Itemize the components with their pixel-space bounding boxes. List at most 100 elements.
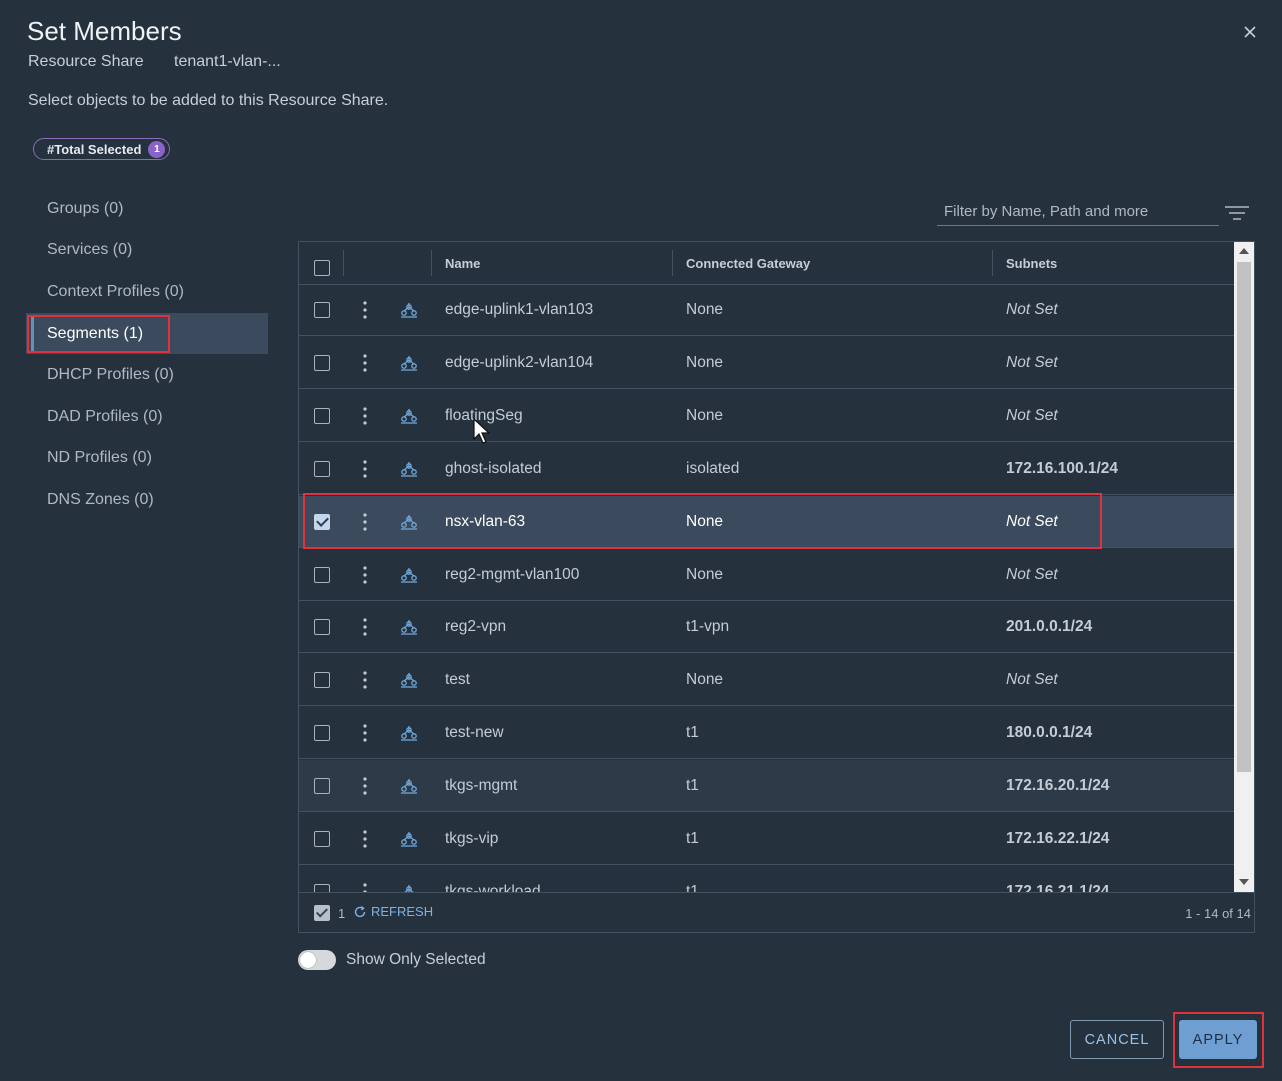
refresh-button[interactable]: REFRESH	[353, 904, 433, 919]
nav-item-groups[interactable]: Groups (0)	[26, 188, 268, 230]
vertical-ellipsis-icon[interactable]	[358, 565, 372, 585]
table-row[interactable]: ghost-isolated isolated 172.16.100.1/24	[299, 443, 1234, 495]
scroll-up-arrow-icon[interactable]	[1239, 247, 1249, 255]
table-row[interactable]: test-new t1 180.0.0.1/24	[299, 707, 1234, 760]
nav-item-context-profiles[interactable]: Context Profiles (0)	[26, 271, 268, 313]
row-name[interactable]: edge-uplink1-vlan103	[445, 301, 593, 319]
vertical-ellipsis-icon[interactable]	[358, 723, 372, 743]
total-selected-pill[interactable]: #Total Selected 1	[33, 138, 171, 160]
nav-item-nd-profiles[interactable]: ND Profiles (0)	[26, 438, 268, 480]
row-name[interactable]: reg2-vpn	[445, 618, 506, 636]
close-icon[interactable]	[1238, 20, 1262, 44]
vertical-ellipsis-icon[interactable]	[358, 882, 372, 892]
nav-item-dad-profiles[interactable]: DAD Profiles (0)	[26, 396, 268, 438]
row-name[interactable]: tkgs-workload	[445, 883, 541, 892]
table-row[interactable]: reg2-mgmt-vlan100 None Not Set	[299, 549, 1234, 601]
filter-lines-icon[interactable]	[1224, 204, 1250, 222]
table-row[interactable]: nsx-vlan-63 None Not Set	[299, 495, 1234, 548]
row-subnets: 172.16.22.1/24	[1006, 830, 1110, 847]
refresh-label: REFRESH	[371, 904, 434, 919]
row-name[interactable]: test-new	[445, 724, 504, 742]
network-segment-icon	[401, 461, 417, 477]
grid-header: Name Connected Gateway Subnets	[299, 242, 1234, 285]
row-subnets: 172.16.20.1/24	[1006, 777, 1110, 795]
row-name[interactable]: reg2-mgmt-vlan100	[445, 566, 579, 584]
segments-datagrid: Name Connected Gateway Subnets edge-upli…	[298, 241, 1255, 933]
row-connected-gateway: t1	[686, 830, 699, 847]
table-row[interactable]: test None Not Set	[299, 654, 1234, 707]
footer-selected-count: 1	[338, 906, 346, 921]
network-segment-icon	[401, 408, 417, 424]
column-header-name[interactable]: Name	[445, 242, 480, 284]
row-name[interactable]: test	[445, 671, 470, 689]
row-connected-gateway: None	[686, 301, 724, 318]
row-name[interactable]: ghost-isolated	[445, 460, 542, 478]
row-checkbox[interactable]	[314, 619, 330, 636]
row-checkbox[interactable]	[314, 831, 330, 847]
nav-item-dns-zones[interactable]: DNS Zones (0)	[26, 479, 268, 521]
refresh-icon	[354, 905, 366, 917]
row-subnets: Not Set	[1006, 406, 1058, 424]
vertical-ellipsis-icon[interactable]	[358, 406, 372, 426]
row-connected-gateway: None	[686, 565, 724, 583]
table-row[interactable]: edge-uplink2-vlan104 None Not Set	[299, 337, 1234, 389]
row-checkbox[interactable]	[314, 778, 330, 795]
breadcrumb-value: tenant1-vlan-...	[174, 53, 281, 70]
row-name[interactable]: tkgs-vip	[445, 830, 498, 848]
row-name[interactable]: nsx-vlan-63	[445, 513, 525, 531]
row-checkbox[interactable]	[314, 302, 330, 318]
dialog-description: Select objects to be added to this Resou…	[28, 92, 389, 109]
vertical-ellipsis-icon[interactable]	[358, 776, 372, 796]
vertical-ellipsis-icon[interactable]	[358, 617, 372, 637]
row-checkbox[interactable]	[314, 883, 330, 892]
column-header-connected-gateway[interactable]: Connected Gateway	[686, 242, 810, 284]
row-connected-gateway: isolated	[686, 459, 740, 477]
nav-item-dhcp-profiles[interactable]: DHCP Profiles (0)	[26, 354, 268, 396]
column-header-subnets[interactable]: Subnets	[1006, 242, 1057, 284]
row-checkbox[interactable]	[314, 566, 330, 583]
vertical-ellipsis-icon[interactable]	[358, 300, 372, 320]
table-row[interactable]: tkgs-vip t1 172.16.22.1/24	[299, 813, 1234, 865]
vertical-ellipsis-icon[interactable]	[358, 459, 372, 479]
dialog-title: Set Members	[27, 16, 182, 46]
filter-input[interactable]	[937, 198, 1219, 226]
row-name[interactable]: edge-uplink2-vlan104	[445, 354, 593, 372]
row-checkbox[interactable]	[314, 354, 330, 371]
grid-scrollbar[interactable]	[1234, 242, 1254, 892]
vertical-ellipsis-icon[interactable]	[358, 512, 372, 532]
row-subnets: 172.16.21.1/24	[1006, 882, 1110, 892]
row-checkbox[interactable]	[314, 672, 330, 689]
table-row[interactable]: reg2-vpn t1-vpn 201.0.0.1/24	[299, 601, 1234, 654]
cancel-button[interactable]: CANCEL	[1070, 1020, 1164, 1059]
table-row[interactable]: floatingSeg None Not Set	[299, 390, 1234, 442]
apply-button[interactable]: APPLY	[1179, 1020, 1257, 1059]
row-connected-gateway: t1	[686, 777, 699, 795]
nav-item-services[interactable]: Services (0)	[26, 230, 268, 272]
select-all-checkbox[interactable]	[314, 260, 330, 276]
scrollbar-thumb[interactable]	[1237, 262, 1251, 772]
network-segment-icon	[404, 884, 414, 892]
toggle-knob	[300, 952, 316, 968]
scroll-down-arrow-icon[interactable]	[1239, 878, 1249, 886]
nav-item-segments[interactable]: Segments (1)	[26, 312, 268, 355]
column-separator	[431, 250, 432, 276]
row-subnets: Not Set	[1006, 301, 1058, 318]
object-type-nav: Groups (0) Services (0) Context Profiles…	[26, 188, 268, 521]
row-connected-gateway: t1	[686, 882, 699, 892]
row-subnets: 201.0.0.1/24	[1006, 618, 1093, 636]
row-subnets: Not Set	[1006, 353, 1058, 371]
table-row[interactable]: tkgs-workload t1 172.16.21.1/24	[299, 866, 1234, 892]
vertical-ellipsis-icon[interactable]	[358, 353, 372, 373]
table-row[interactable]: edge-uplink1-vlan103 None Not Set	[299, 284, 1234, 336]
table-row[interactable]: tkgs-mgmt t1 172.16.20.1/24	[299, 760, 1234, 813]
row-checkbox[interactable]	[314, 513, 330, 530]
show-only-selected-toggle[interactable]	[298, 950, 336, 970]
network-segment-icon	[401, 832, 417, 847]
row-checkbox[interactable]	[314, 407, 330, 424]
row-name[interactable]: tkgs-mgmt	[445, 777, 517, 795]
vertical-ellipsis-icon[interactable]	[358, 670, 372, 690]
row-checkbox[interactable]	[314, 460, 330, 477]
row-checkbox[interactable]	[314, 725, 330, 742]
row-connected-gateway: t1	[686, 724, 699, 742]
vertical-ellipsis-icon[interactable]	[358, 829, 372, 849]
